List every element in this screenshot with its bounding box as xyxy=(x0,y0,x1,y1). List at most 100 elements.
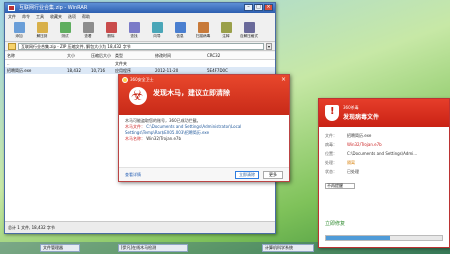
toolbar-button-info[interactable]: 信息 xyxy=(169,21,191,40)
column-header[interactable]: CRC32 xyxy=(205,52,245,59)
task-item[interactable]: 文件管理器 xyxy=(40,244,80,252)
table-row[interactable]: 招聘简历.exe 18,432 10,716 应用程序 2012-11-20 5E4F7D… xyxy=(5,67,275,74)
toolbar: 添加 解压到 测试 查看 删除 查找 向导 信息 扫描病毒 注释 自解压格式 xyxy=(5,20,275,42)
alert-title: 发现木马，建议立即清除 xyxy=(153,89,230,97)
task-item[interactable]: 计算机科学系统 xyxy=(262,244,314,252)
sfx-icon xyxy=(243,22,255,33)
more-button[interactable]: 更多 xyxy=(263,171,283,179)
close-icon[interactable]: × xyxy=(281,76,286,83)
delete-icon xyxy=(105,22,117,33)
toolbar-button-wizard[interactable]: 向导 xyxy=(146,21,168,40)
field-value: 已处理 xyxy=(347,169,359,174)
toolbar-button-find[interactable]: 查找 xyxy=(123,21,145,40)
alert-brand-label: 360安全卫士 xyxy=(130,77,154,82)
close-button[interactable]: × xyxy=(264,4,273,11)
table-cell: 18,432 xyxy=(67,68,81,73)
column-header[interactable]: 压缩后大小 xyxy=(89,52,113,59)
archive-path-field[interactable]: 互联网行业合集.zip - ZIP 压缩文件, 解包大小为 18,432 字节 xyxy=(18,42,264,50)
toolbar-button-delete[interactable]: 删除 xyxy=(100,21,122,40)
minimize-button[interactable]: – xyxy=(244,4,253,11)
panel-title: 发现病毒文件 xyxy=(343,114,380,121)
toolbar-button-extract[interactable]: 解压到 xyxy=(31,21,53,40)
alert-brand: 360安全卫士 xyxy=(122,77,154,83)
reminder-select[interactable]: 不再提醒 xyxy=(325,183,355,189)
virus-alert-dialog: 360安全卫士 × 发现木马，建议立即清除 木马可能盗取您的账号，360已成功拦… xyxy=(118,74,290,182)
details-link[interactable]: 查看详情 xyxy=(125,172,141,178)
toolbar-label: 信息 xyxy=(176,34,184,38)
table-cell xyxy=(65,60,89,67)
panel-field-row: 文件： 招聘简历.exe xyxy=(325,131,443,140)
field-key: 状态： xyxy=(325,169,337,174)
extract-icon xyxy=(36,22,48,33)
table-cell: 应用程序 xyxy=(115,68,131,73)
toolbar-button-sfx[interactable]: 自解压格式 xyxy=(238,21,260,40)
table-cell xyxy=(89,60,113,67)
table-cell: 10,716 xyxy=(91,68,105,73)
panel-field-row: 状态： 已处理 xyxy=(325,167,443,176)
column-header[interactable]: 名称 xyxy=(5,52,65,59)
list-header: 名称 大小 压缩后大小 类型 修改时间 CRC32 xyxy=(5,52,275,60)
field-value: 招聘简历.exe xyxy=(347,133,372,138)
menu-tools[interactable]: 工具 xyxy=(36,13,44,20)
chevron-down-icon[interactable]: ▾ xyxy=(266,42,272,50)
table-cell: .. xyxy=(7,61,10,66)
toolbar-button-add[interactable]: 添加 xyxy=(8,21,30,40)
table-cell: 2012-11-20 xyxy=(155,68,179,73)
alert-header: 360安全卫士 × 发现木马，建议立即清除 xyxy=(119,75,289,115)
window-title: 互联网行业合集.zip - WinRAR xyxy=(19,5,88,11)
progress-fill xyxy=(326,236,390,240)
menu-command[interactable]: 命令 xyxy=(22,13,30,20)
table-cell xyxy=(205,60,245,67)
menu-file[interactable]: 文件 xyxy=(8,13,16,20)
toolbar-label: 删除 xyxy=(107,34,115,38)
biohazard-icon xyxy=(129,87,147,105)
folder-up-icon[interactable] xyxy=(8,42,16,50)
menu-help[interactable]: 帮助 xyxy=(82,13,90,20)
status-bar: 总计 1 文件, 18,432 字节 xyxy=(5,221,275,233)
trojan-name-label: 木马名称： xyxy=(125,136,145,141)
trojan-name-value: Win32/Trojan.e7b xyxy=(146,136,182,141)
test-icon xyxy=(59,22,71,33)
toolbar-label: 查看 xyxy=(84,34,92,38)
panel-field-row: 病毒： Win32/Trojan.e7b xyxy=(325,140,443,149)
field-key: 处理： xyxy=(325,160,337,165)
toolbar-label: 测试 xyxy=(61,34,69,38)
column-header[interactable]: 类型 xyxy=(113,52,153,59)
menu-options[interactable]: 选项 xyxy=(68,13,76,20)
task-item[interactable]: [伊凡]在线木马检测 xyxy=(118,244,188,252)
toolbar-label: 自解压格式 xyxy=(240,34,258,38)
clean-now-button[interactable]: 立即清除 xyxy=(235,171,259,179)
add-icon xyxy=(13,22,25,33)
toolbar-button-comment[interactable]: 注释 xyxy=(215,21,237,40)
winrar-app-icon xyxy=(8,5,15,11)
field-value: 隔离 xyxy=(347,160,355,165)
wizard-icon xyxy=(151,22,163,33)
column-header[interactable]: 修改时间 xyxy=(153,52,205,59)
toolbar-button-scan[interactable]: 扫描病毒 xyxy=(192,21,214,40)
progress-bar xyxy=(325,235,443,241)
comment-icon xyxy=(220,22,232,33)
panel-option: 不再提醒 xyxy=(325,183,355,189)
fix-now-link[interactable]: 立即修复 xyxy=(325,220,345,227)
toolbar-button-test[interactable]: 测试 xyxy=(54,21,76,40)
address-bar: 互联网行业合集.zip - ZIP 压缩文件, 解包大小为 18,432 字节 … xyxy=(5,42,275,51)
window-titlebar[interactable]: 互联网行业合集.zip - WinRAR – □ × xyxy=(5,3,275,13)
field-key: 位置： xyxy=(325,151,337,156)
toolbar-label: 解压到 xyxy=(36,34,48,38)
toolbar-label: 向导 xyxy=(153,34,161,38)
menu-bar: 文件 命令 工具 收藏夹 选项 帮助 xyxy=(5,13,275,20)
toolbar-label: 添加 xyxy=(15,34,23,38)
menu-favorites[interactable]: 收藏夹 xyxy=(50,13,62,20)
panel-field-row: 位置： C:\Documents and Settings\Admi... xyxy=(325,149,443,158)
column-header[interactable]: 大小 xyxy=(65,52,89,59)
panel-field-row: 处理： 隔离 xyxy=(325,158,443,167)
table-row[interactable]: .. 文件夹 xyxy=(5,60,275,67)
toolbar-button-view[interactable]: 查看 xyxy=(77,21,99,40)
shield-icon xyxy=(325,105,339,121)
360-logo-icon xyxy=(122,77,128,83)
field-value: Win32/Trojan.e7b xyxy=(347,142,382,147)
maximize-button[interactable]: □ xyxy=(254,4,263,11)
info-icon xyxy=(174,22,186,33)
alert-body: 木马可能盗取您的账号，360已成功拦截。 木马文件： C:\Documents … xyxy=(119,115,289,145)
find-icon xyxy=(128,22,140,33)
